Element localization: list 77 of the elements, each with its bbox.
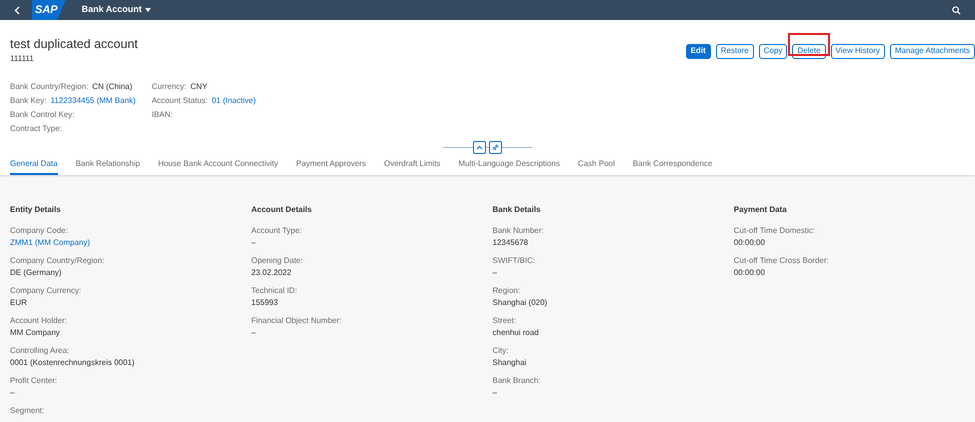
attribute-label: Bank Country/Region: (10, 81, 88, 93)
field-label: Company Code: (10, 225, 69, 237)
field-value: chenhui road (492, 327, 539, 339)
field-value: – (492, 267, 497, 279)
app-title-menu[interactable]: Bank Account (82, 3, 151, 17)
caret-icon (144, 8, 151, 12)
back-icon[interactable] (14, 6, 20, 14)
attribute-label: Contract Type: (10, 123, 62, 135)
field-value: DE (Germany) (10, 267, 62, 279)
section-title: Entity Details (10, 205, 62, 215)
section-title: Payment Data (734, 205, 788, 215)
object-subtitle: 111111 (10, 53, 35, 65)
action-button[interactable]: View History (830, 44, 885, 58)
field-label: Bank Number: (492, 225, 545, 237)
tab[interactable]: Multi-Language Descriptions (458, 155, 560, 175)
pin-icon (492, 144, 499, 150)
field-label: City: (492, 345, 510, 357)
section-title: Account Details (251, 205, 313, 215)
field-label: Financial Object Number: (251, 315, 343, 327)
attribute-link[interactable]: 1122334455 (MM Bank) (50, 95, 136, 107)
field-label: Technical ID: (251, 285, 298, 297)
field-label: Cut-off Time Cross Border: (734, 255, 830, 267)
action-button[interactable]: Copy (758, 44, 788, 58)
tab[interactable]: Overdraft Limits (384, 155, 440, 175)
attribute-label: Currency: (152, 81, 186, 93)
field-value: 00:00:00 (734, 237, 765, 249)
attribute-value: CNY (190, 81, 208, 93)
attribute-label: Account Status: (152, 95, 208, 107)
field-label: Account Type: (251, 225, 303, 237)
tab[interactable]: General Data (10, 155, 58, 175)
tab[interactable]: Bank Correspondence (632, 155, 712, 175)
field-label: Segment: (10, 405, 46, 417)
field-label: Company Currency: (10, 285, 82, 297)
field-label: SWIFT/BIC: (492, 255, 536, 267)
action-button[interactable]: Edit (686, 44, 711, 58)
field-value: – (492, 387, 497, 399)
field-value: MM Company (10, 327, 60, 339)
tab[interactable]: Bank Relationship (76, 155, 140, 175)
action-button[interactable]: Manage Attachments (890, 44, 975, 58)
field-value: 0001 (Kostenrechnungskreis 0001) (10, 357, 135, 369)
action-button[interactable]: Restore (716, 44, 754, 58)
field-link[interactable]: ZMM1 (MM Company) (10, 237, 90, 249)
search-icon[interactable] (952, 6, 961, 14)
action-button[interactable]: Delete (792, 44, 826, 58)
field-value: Shanghai (020) (492, 297, 548, 309)
field-value: – (10, 387, 14, 399)
field-label: Controlling Area: (10, 345, 70, 357)
field-label: Company Country/Region: (10, 255, 106, 267)
field-value: EUR (10, 297, 27, 309)
attribute-label: Bank Key: (10, 95, 46, 107)
tab[interactable]: Payment Approvers (296, 155, 366, 175)
section-title: Bank Details (492, 205, 542, 215)
chevron-up-icon (476, 144, 483, 150)
pin-header-button[interactable] (489, 140, 502, 154)
logo[interactable]: SAP (32, 0, 66, 20)
attribute-label: IBAN: (152, 109, 173, 121)
field-value: – (251, 237, 256, 249)
tab[interactable]: House Bank Account Connectivity (158, 155, 278, 175)
field-label: Profit Center: (10, 375, 58, 387)
field-value: 155993 (251, 297, 278, 309)
tab[interactable]: Cash Pool (578, 155, 615, 175)
field-value: 12345678 (492, 237, 528, 249)
field-label: Cut-off Time Domestic: (734, 225, 816, 237)
field-value: – (251, 327, 256, 339)
field-label: Bank Branch: (492, 375, 542, 387)
field-label: Opening Date: (251, 255, 304, 267)
collapse-header-button[interactable] (473, 140, 486, 154)
attribute-link[interactable]: 01 (Inactive) (212, 95, 256, 107)
field-value: Shanghai (492, 357, 526, 369)
field-value: 00:00:00 (734, 267, 765, 279)
field-label: Account Holder: (10, 315, 68, 327)
field-label: Street: (492, 315, 518, 327)
attribute-value: CN (China) (92, 81, 132, 93)
field-value: 23.02.2022 (251, 267, 292, 279)
field-label: Region: (492, 285, 522, 297)
object-title: test duplicated account (10, 37, 138, 51)
attribute-label: Bank Control Key: (10, 109, 74, 121)
